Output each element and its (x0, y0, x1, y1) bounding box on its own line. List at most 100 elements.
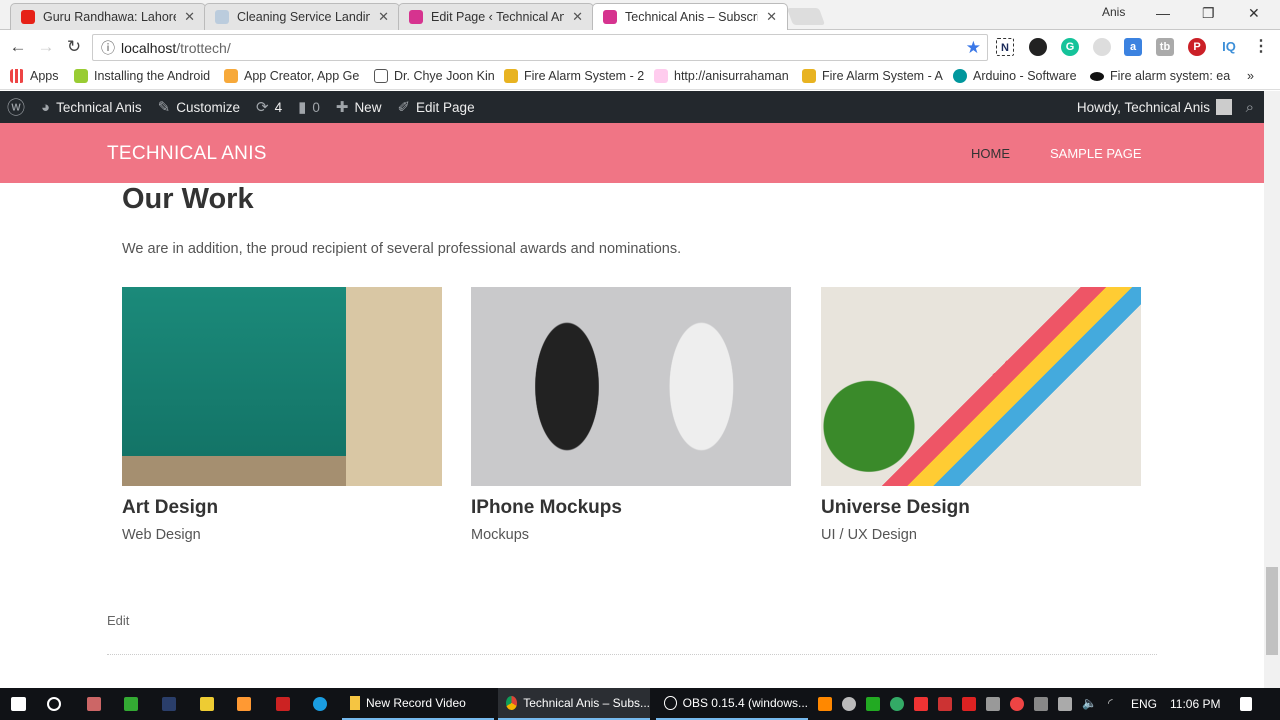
card-title[interactable]: Art Design (122, 497, 442, 519)
menu-home[interactable]: HOME (971, 146, 1010, 161)
back-icon[interactable]: ← (4, 37, 32, 57)
taskbar-item-obs[interactable]: OBS 0.15.4 (windows... (656, 688, 808, 720)
menu-sample-page[interactable]: SAMPLE PAGE (1050, 146, 1142, 161)
admin-updates-link[interactable]: ⟳ 4 (256, 98, 282, 116)
updates-icon: ⟳ (255, 99, 269, 116)
clock[interactable]: 11:06 PM (1170, 697, 1220, 711)
new-tab-button[interactable] (786, 8, 826, 25)
card-title[interactable]: Universe Design (821, 497, 1141, 519)
address-bar[interactable]: ⓘ localhost/trottech/ ★ (92, 34, 988, 61)
bookmark-item[interactable]: http://anisurrahaman (654, 69, 789, 83)
bookmark-item[interactable]: Dr. Chye Joon Kin (374, 69, 495, 83)
brush-icon: ✎ (157, 99, 171, 116)
admin-comments-link[interactable]: ▮ 0 (298, 98, 320, 116)
bookmark-star-icon[interactable]: ★ (966, 38, 981, 58)
skype-icon[interactable] (313, 697, 327, 711)
iphone-mockups-image[interactable] (471, 287, 791, 486)
app-icon[interactable] (87, 697, 101, 711)
windows-taskbar: New Record Video Technical Anis – Subs..… (0, 688, 1280, 720)
tab-technical-anis[interactable]: Technical Anis – Subscribe✕ (592, 3, 788, 30)
close-tab-icon[interactable]: ✕ (378, 9, 389, 25)
site-icon (654, 69, 668, 83)
taskbar-item-folder[interactable]: New Record Video (342, 688, 494, 720)
media-player-icon[interactable] (237, 697, 251, 711)
admin-edit-page-link[interactable]: ✐ Edit Page (397, 98, 474, 116)
profile-name[interactable]: Anis (1102, 5, 1125, 19)
windows-start-icon[interactable] (11, 697, 26, 711)
tray-icon[interactable] (962, 697, 976, 711)
close-tab-icon[interactable]: ✕ (572, 9, 583, 25)
bookmark-item[interactable]: Fire Alarm System - 2 (504, 69, 644, 83)
battery-icon[interactable] (1058, 697, 1072, 711)
admin-customize-link[interactable]: ✎ Customize (158, 98, 240, 116)
reload-icon[interactable]: ↻ (60, 37, 88, 57)
extension-camera-icon[interactable] (1029, 38, 1047, 56)
card-category: UI / UX Design (821, 527, 917, 543)
admin-new-link[interactable]: ✚ New (336, 98, 382, 116)
extension-a-icon[interactable]: a (1124, 38, 1142, 56)
wifi-icon[interactable]: ◜ (1108, 696, 1113, 710)
onedrive-icon[interactable] (842, 697, 856, 711)
tab-edit-page[interactable]: Edit Page ‹ Technical Anis ✕ (398, 3, 594, 30)
bookmark-item[interactable]: Installing the Android (74, 69, 210, 83)
tray-icon[interactable] (938, 697, 952, 711)
taskbar-item-chrome[interactable]: Technical Anis – Subs... (498, 688, 650, 720)
edit-link[interactable]: Edit (107, 613, 129, 628)
tray-icon[interactable] (818, 697, 832, 711)
photoshop-icon[interactable] (162, 697, 176, 711)
bookmark-item[interactable]: App Creator, App Ge (224, 69, 359, 83)
wamp-icon (409, 10, 423, 24)
notifications-icon[interactable] (1240, 697, 1252, 711)
extension-iq-icon[interactable]: IQ (1220, 38, 1238, 56)
tray-icon[interactable] (890, 697, 904, 711)
universe-design-image[interactable] (821, 287, 1141, 486)
browser-toolbar: ← → ↻ ⓘ localhost/trottech/ ★ N G a tb P… (0, 31, 1280, 63)
work-card[interactable]: Universe Design UI / UX Design (821, 287, 1141, 543)
translate-icon[interactable] (1093, 38, 1111, 56)
scrollbar-thumb[interactable] (1266, 567, 1278, 655)
pinterest-icon[interactable]: P (1188, 38, 1206, 56)
wordpress-logo-icon[interactable]: ⓦ (7, 94, 25, 120)
more-bookmarks-icon[interactable]: » (1247, 69, 1254, 83)
search-icon[interactable] (47, 697, 61, 711)
minimize-button[interactable]: — (1156, 5, 1170, 21)
tray-icon[interactable] (1034, 697, 1048, 711)
app-icon[interactable] (276, 697, 290, 711)
site-brand[interactable]: TECHNICAL ANIS (107, 143, 267, 165)
bookmark-item[interactable]: Fire alarm system: ea (1090, 69, 1230, 83)
close-tab-icon[interactable]: ✕ (766, 9, 777, 25)
search-icon[interactable]: ⌕ (1246, 99, 1254, 116)
menu-icon[interactable]: ⋮ (1252, 38, 1270, 56)
tray-icon[interactable] (914, 697, 928, 711)
volume-icon[interactable]: 🔈 (1082, 696, 1097, 710)
page-scrollbar[interactable] (1264, 91, 1280, 688)
bookmark-apps[interactable]: Apps (10, 69, 59, 83)
comment-icon: ▮ (298, 99, 307, 116)
tray-icon[interactable] (866, 697, 880, 711)
extension-n-icon[interactable]: N (996, 38, 1014, 56)
work-card[interactable]: IPhone Mockups Mockups (471, 287, 791, 543)
tray-icon[interactable] (1010, 697, 1024, 711)
app-icon[interactable] (200, 697, 214, 711)
restore-button[interactable]: ❐ (1202, 5, 1215, 22)
extension-tb-icon[interactable]: tb (1156, 38, 1174, 56)
grammarly-icon[interactable]: G (1061, 38, 1079, 56)
close-tab-icon[interactable]: ✕ (184, 9, 195, 25)
fire-alarm-icon (802, 69, 816, 83)
admin-account-link[interactable]: Howdy, Technical Anis (1077, 99, 1232, 115)
camtasia-icon[interactable] (124, 697, 138, 711)
forward-icon[interactable]: → (32, 37, 60, 57)
card-category: Web Design (122, 527, 201, 543)
card-title[interactable]: IPhone Mockups (471, 497, 791, 519)
bookmark-item[interactable]: Arduino - Software (953, 69, 1077, 83)
tab-cleaning-service[interactable]: Cleaning Service Landing ✕ (204, 3, 400, 30)
tray-icon[interactable] (986, 697, 1000, 711)
close-window-button[interactable]: ✕ (1248, 5, 1260, 22)
admin-site-link[interactable]: ◕ Technical Anis (41, 99, 142, 116)
work-card[interactable]: Art Design Web Design (122, 287, 442, 543)
tab-guru-randhawa[interactable]: Guru Randhawa: Lahore ✕ (10, 3, 206, 30)
dashboard-icon: ◕ (41, 98, 51, 116)
bookmark-item[interactable]: Fire Alarm System - A (802, 69, 943, 83)
language-indicator[interactable]: ENG (1131, 697, 1157, 711)
art-design-image[interactable] (122, 287, 442, 486)
